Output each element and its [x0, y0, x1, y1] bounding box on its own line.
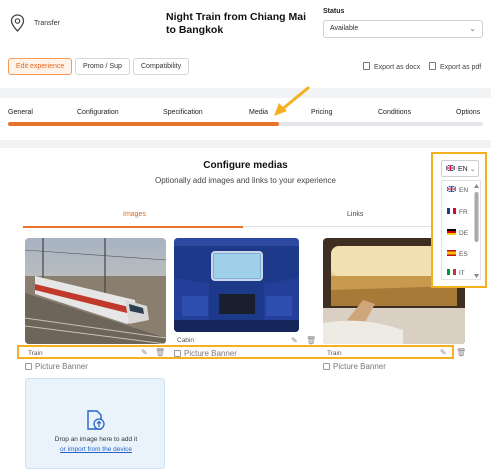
checkbox-icon — [25, 363, 32, 370]
media-image-cabin[interactable] — [174, 238, 299, 332]
export-docx-link[interactable]: Export as docx — [363, 62, 420, 71]
document-icon — [363, 62, 370, 70]
upload-file-icon — [87, 410, 105, 430]
picture-banner-checkbox[interactable]: Picture Banner — [25, 362, 88, 371]
export-docx-label: Export as docx — [374, 64, 421, 71]
promo-sup-button[interactable]: Promo / Sup — [75, 58, 130, 75]
tab-links[interactable]: Links — [347, 211, 363, 218]
compatibility-button[interactable]: Compatibility — [133, 58, 190, 75]
media-title: Configure medias — [203, 160, 288, 171]
step-configuration[interactable]: Configuration — [77, 109, 119, 116]
chevron-down-icon: ⌄ — [469, 24, 476, 33]
document-icon — [429, 62, 436, 70]
edit-pencil-icon[interactable]: ✎ — [291, 337, 298, 345]
section-divider — [0, 88, 491, 98]
import-from-device-link[interactable]: or import from the device — [26, 446, 166, 453]
trash-icon[interactable]: 🗑 — [306, 337, 316, 345]
status-select[interactable]: Available ⌄ — [323, 20, 483, 38]
export-pdf-label: Export as pdf — [440, 64, 482, 71]
annotation-arrow-icon — [274, 86, 310, 116]
progress-track — [8, 122, 483, 126]
step-specification[interactable]: Specification — [163, 109, 203, 116]
highlight-box — [17, 345, 454, 359]
active-tab-underline — [23, 226, 243, 228]
drop-text: Drop an image here to add it — [54, 436, 138, 443]
step-options[interactable]: Options — [456, 109, 480, 116]
media-subtitle: Optionally add images and links to your … — [155, 176, 336, 185]
image-drop-zone[interactable]: Drop an image here to add it or import f… — [25, 378, 165, 469]
page-title: Night Train from Chiang Mai to Bangkok — [166, 11, 307, 36]
picture-banner-checkbox[interactable]: Picture Banner — [323, 362, 386, 371]
media-image-train[interactable] — [25, 238, 166, 344]
progress-fill — [8, 122, 279, 126]
header: Transfer Night Train from Chiang Mai to … — [0, 0, 491, 52]
tab-images[interactable]: Images — [123, 211, 146, 218]
section-divider — [0, 140, 491, 148]
highlight-box — [431, 152, 487, 288]
status-value: Available — [330, 25, 359, 32]
image-caption[interactable]: Cabin — [177, 337, 194, 344]
checkbox-icon — [323, 363, 330, 370]
location-pin-icon — [10, 14, 25, 32]
trash-icon[interactable]: 🗑 — [456, 349, 466, 357]
step-general[interactable]: General — [8, 109, 33, 116]
picture-banner-label: Picture Banner — [35, 362, 88, 371]
status-label: Status — [323, 8, 345, 15]
step-conditions[interactable]: Conditions — [378, 109, 411, 116]
export-pdf-link[interactable]: Export as pdf — [429, 62, 481, 71]
picture-banner-label: Picture Banner — [333, 362, 386, 371]
edit-experience-button[interactable]: Edit experience — [8, 58, 73, 75]
experience-type: Transfer — [34, 20, 60, 27]
